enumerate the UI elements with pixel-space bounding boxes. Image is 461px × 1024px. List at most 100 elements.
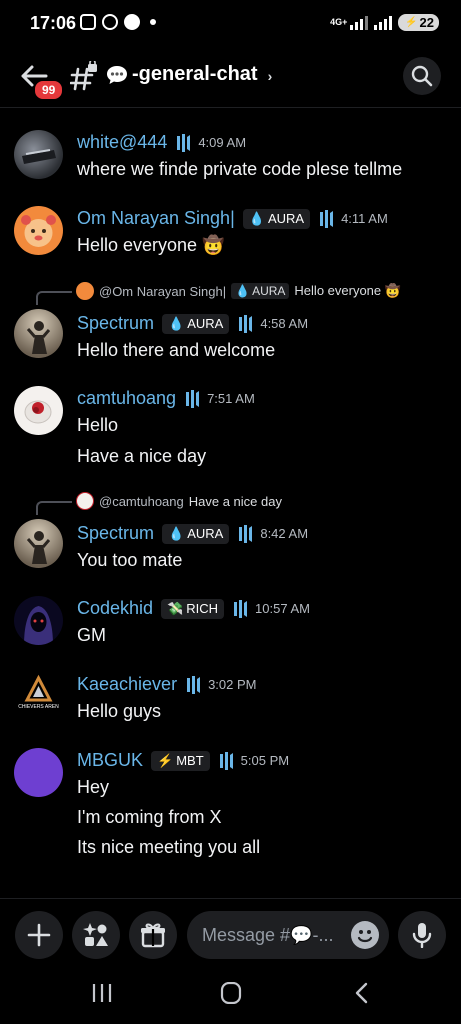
- message-text: GM: [77, 625, 106, 645]
- username[interactable]: Spectrum: [77, 523, 154, 544]
- avatar[interactable]: [14, 519, 63, 568]
- username[interactable]: Kaeachiever: [77, 674, 177, 695]
- guild-tag-icon: [186, 389, 200, 408]
- microphone-icon: [412, 923, 432, 948]
- reply-preview[interactable]: @Om Narayan Singh| 💧 AURA Hello everyone …: [76, 282, 401, 300]
- timestamp: 10:57 AM: [255, 601, 310, 616]
- chevron-right-icon: ›: [267, 67, 273, 84]
- guild-tag-icon: [234, 599, 248, 618]
- speech-bubble-icon: [107, 65, 127, 84]
- timestamp: 8:42 AM: [260, 526, 309, 541]
- add-attachment-button[interactable]: [15, 911, 63, 959]
- screenshot-icon: [80, 14, 96, 30]
- reply-connector: [36, 291, 72, 305]
- username[interactable]: white@444: [77, 132, 167, 153]
- server-tag[interactable]: 💧 AURA: [162, 523, 230, 544]
- message-text: Hello everyone 🤠: [77, 235, 225, 255]
- message-placeholder: Message #💬-...: [202, 924, 334, 945]
- message-input[interactable]: Message #💬-...: [187, 911, 389, 959]
- back-nav-icon[interactable]: [352, 982, 372, 1004]
- reply-author: @Om Narayan Singh|: [99, 283, 227, 299]
- avatar-image: [22, 149, 56, 164]
- search-icon: [411, 65, 433, 87]
- reply-author: @camtuhoang: [99, 493, 184, 509]
- username[interactable]: Om Narayan Singh|: [77, 208, 235, 229]
- avatar-image: [21, 215, 56, 247]
- lightning-icon: ⚡: [157, 752, 174, 768]
- water-drop-icon: 💧: [168, 525, 185, 541]
- avatar-text: CHIEVERS AREN: [18, 704, 59, 710]
- timestamp: 3:02 PM: [208, 677, 257, 692]
- water-drop-icon: 💧: [235, 284, 251, 298]
- message-text: I'm coming from X: [77, 807, 222, 827]
- username[interactable]: camtuhoang: [77, 388, 176, 409]
- reply-text: Have a nice day: [188, 493, 282, 509]
- guild-tag-icon: [320, 209, 334, 228]
- message-text: Hello there and welcome: [77, 340, 276, 360]
- server-tag[interactable]: 💧 AURA: [162, 313, 230, 334]
- network-type: 4G+: [330, 17, 348, 27]
- money-icon: 💸: [167, 600, 184, 616]
- guild-tag-icon: [239, 524, 253, 543]
- system-status-icons: 4G+ ⚡ 22: [330, 14, 439, 31]
- reply-tag: 💧 AURA: [231, 283, 290, 299]
- voice-message-button[interactable]: [398, 911, 446, 959]
- timestamp: 4:58 AM: [260, 316, 309, 331]
- unread-badge: 99: [33, 79, 65, 101]
- avatar[interactable]: [14, 748, 63, 797]
- message-text: Have a nice day: [77, 446, 207, 466]
- gift-button[interactable]: [129, 911, 177, 959]
- status-time: 17:06: [30, 13, 77, 33]
- server-tag[interactable]: 💧 AURA: [242, 208, 311, 229]
- channel-hash-lock-icon: [70, 61, 97, 91]
- apps-button[interactable]: [72, 911, 120, 959]
- battery-indicator: ⚡ 22: [398, 14, 439, 31]
- recent-apps-icon[interactable]: [90, 982, 114, 1004]
- avatar[interactable]: [14, 386, 63, 435]
- avatar-image: [26, 531, 51, 564]
- username[interactable]: Spectrum: [77, 313, 154, 334]
- home-icon[interactable]: [219, 982, 243, 1004]
- avatar-image: [24, 400, 52, 424]
- app-notification-icon: [124, 14, 140, 30]
- more-notifications-dot: [150, 19, 156, 25]
- whatsapp-icon: [102, 14, 118, 30]
- reply-avatar: [76, 492, 94, 510]
- avatar[interactable]: [14, 309, 63, 358]
- message-text: You too mate: [77, 550, 183, 570]
- avatar[interactable]: CHIEVERS AREN: [14, 672, 63, 721]
- guild-tag-icon: [187, 675, 201, 694]
- server-tag[interactable]: 💸 RICH: [161, 598, 225, 619]
- apps-sparkle-icon: [83, 923, 108, 946]
- signal-icon: [350, 15, 369, 30]
- timestamp: 5:05 PM: [240, 753, 290, 768]
- tag-label: AURA: [267, 211, 305, 226]
- server-tag[interactable]: ⚡ MBT: [151, 750, 210, 771]
- search-button[interactable]: [403, 57, 441, 95]
- tag-label: AURA: [187, 526, 224, 541]
- message-text: Its nice meeting you all: [77, 837, 261, 857]
- status-bar: 17:06 4G+ ⚡ 22: [0, 0, 461, 48]
- avatar[interactable]: [14, 596, 63, 645]
- signal-icon-2: [374, 15, 393, 30]
- timestamp: 4:11 AM: [341, 211, 388, 226]
- avatar-image: [24, 606, 53, 645]
- reply-tag-label: AURA: [252, 284, 286, 298]
- timestamp: 4:09 AM: [198, 135, 247, 150]
- username[interactable]: Codekhid: [77, 598, 153, 619]
- avatar[interactable]: [14, 206, 63, 255]
- emoji-button[interactable]: [351, 921, 379, 949]
- avatar-logo: [24, 674, 53, 702]
- channel-name: -general-chat: [132, 63, 258, 85]
- plus-icon: [27, 923, 51, 947]
- message-composer: Message #💬-...: [0, 898, 461, 968]
- channel-title[interactable]: -general-chat ›: [106, 63, 272, 86]
- message-text: where we finde private code plese tellme: [77, 159, 403, 179]
- guild-tag-icon: [239, 314, 253, 333]
- guild-tag-icon: [177, 133, 191, 152]
- username[interactable]: MBGUK: [77, 750, 143, 771]
- system-navigation-bar: [0, 968, 461, 1024]
- reply-preview[interactable]: @camtuhoang Have a nice day: [76, 492, 282, 510]
- avatar[interactable]: [14, 130, 63, 179]
- message-text: Hello guys: [77, 701, 162, 721]
